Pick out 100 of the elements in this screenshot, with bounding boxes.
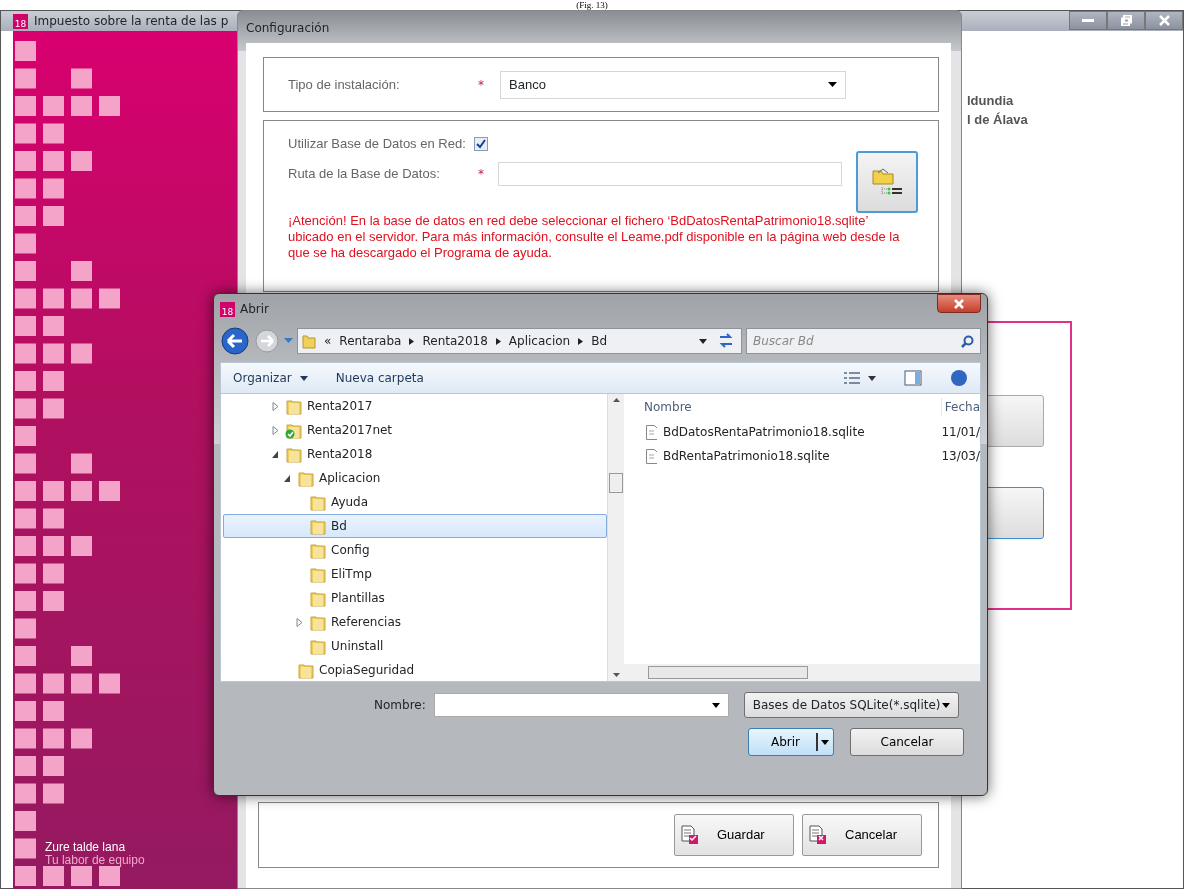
folder-icon (302, 333, 316, 349)
document-icon (809, 825, 827, 845)
minimize-button[interactable] (1069, 11, 1107, 30)
browse-button[interactable] (856, 151, 918, 213)
scrollbar-thumb[interactable] (609, 472, 623, 493)
document-icon (681, 825, 699, 845)
view-icon[interactable] (844, 372, 860, 384)
header-text: l de Álava (967, 111, 1028, 129)
figure-caption: (Fig. 13) (575, 0, 609, 10)
slogan: Tu labor de equipo (45, 854, 145, 867)
close-button[interactable] (1145, 11, 1183, 30)
required-mark: * (478, 76, 485, 94)
folder-icon (309, 493, 327, 511)
required-mark: * (478, 166, 485, 183)
restore-button[interactable] (1107, 11, 1145, 30)
organize-menu[interactable]: Organizar (233, 369, 308, 387)
window-title: Impuesto sobre la renta de las p (34, 13, 229, 30)
field-label: Ruta de la Base de Datos: (288, 165, 441, 184)
column-header[interactable]: Nombre (644, 398, 941, 416)
back-button[interactable] (220, 326, 250, 356)
caret-icon[interactable] (868, 375, 876, 381)
checkbox[interactable] (473, 137, 488, 151)
file-date: 11/01/ (941, 424, 980, 441)
caret-icon (711, 702, 720, 708)
breadcrumb-item[interactable]: Renta2018 (422, 332, 488, 350)
caret-icon (828, 82, 837, 87)
tree-item[interactable]: Uninstall (223, 634, 607, 658)
scroll-down-icon[interactable] (612, 673, 620, 677)
folder-icon (297, 469, 315, 487)
synced-folder-icon (285, 421, 303, 439)
file-icon (646, 424, 657, 440)
caret-icon (299, 375, 308, 381)
tree-item[interactable]: Aplicacion (223, 466, 607, 490)
dialog-title: Configuración (245, 20, 331, 37)
cancel-button[interactable]: Cancelar (802, 814, 922, 856)
new-folder-button[interactable]: Nueva carpeta (335, 369, 424, 387)
field-label: Nombre: (374, 697, 426, 714)
cancel-button[interactable]: Cancelar (850, 728, 964, 756)
chevron-icon (578, 337, 584, 345)
tree-item[interactable]: CopiaSeguridad (223, 658, 607, 681)
app-icon: 18 (13, 13, 28, 29)
tree-item[interactable]: Renta2017 (223, 394, 607, 418)
expander-icon[interactable] (296, 617, 303, 627)
expanded-icon[interactable] (272, 449, 279, 459)
breadcrumb-item[interactable]: Bd (591, 332, 608, 350)
tree-item[interactable]: Renta2018 (223, 442, 607, 466)
filename-field[interactable] (433, 693, 729, 717)
restore-icon (1120, 15, 1132, 26)
tree-item[interactable]: Renta2017net (223, 418, 607, 442)
tree-item[interactable]: EliTmp (223, 562, 607, 586)
warning-message: ¡Atención! En la base de datos en red debe seleccionar el fichero ‘BdDatosRentaPatrimonio18.sqlite’ ubicado en el servidor. Para más información, consulte el Leame.pdf disponible en la página web desde la que se ha descargado el Programa de ayuda. (288, 213, 901, 261)
breadcrumb-item[interactable]: Aplicacion (508, 332, 571, 350)
tree-item[interactable]: Referencias (223, 610, 607, 634)
slogan: Zure talde lana (45, 841, 127, 854)
expander-icon[interactable] (272, 401, 279, 411)
field-label: Tipo de instalación: (288, 75, 401, 94)
open-button[interactable]: Abrir (748, 728, 834, 756)
folder-icon (285, 397, 303, 415)
file-icon (646, 448, 657, 464)
file-name[interactable]: BdRentaPatrimonio18.sqlite (662, 447, 936, 465)
field-label: Utilizar Base de Datos en Red: (288, 135, 466, 154)
minimize-icon (1082, 18, 1094, 23)
folder-icon (309, 637, 327, 655)
file-type-dropdown[interactable]: Bases de Datos SQLite(*.sqlite) (743, 692, 959, 718)
address-bar[interactable]: « Rentaraba Renta2018 Aplicacion Bd (297, 328, 742, 354)
file-name[interactable]: BdDatosRentaPatrimonio18.sqlite (662, 423, 936, 441)
file-date: 13/03/ (941, 448, 980, 465)
save-button[interactable]: Guardar (674, 814, 794, 856)
header-text: ldundia (967, 92, 1014, 110)
caret-icon (941, 702, 950, 708)
help-icon[interactable] (950, 369, 968, 387)
scrollbar-thumb[interactable] (648, 666, 808, 679)
breadcrumb-overflow[interactable]: « (324, 332, 332, 350)
dropdown[interactable]: Banco (500, 70, 846, 99)
expanded-icon[interactable] (284, 473, 291, 483)
close-button[interactable] (937, 294, 981, 313)
chevron-icon (495, 337, 501, 345)
scrollbar[interactable] (607, 394, 624, 681)
folder-icon (297, 661, 315, 679)
close-icon (1158, 15, 1170, 26)
caret-icon[interactable] (699, 338, 707, 344)
scroll-up-icon[interactable] (612, 398, 620, 402)
folder-icon (309, 589, 327, 607)
forward-button[interactable] (254, 328, 280, 354)
app-icon: 18 (220, 301, 235, 317)
tree-item[interactable]: Plantillas (223, 586, 607, 610)
dialog-title: Abrir (240, 301, 270, 318)
preview-pane-icon[interactable] (904, 370, 922, 386)
breadcrumb-item[interactable]: Rentaraba (339, 332, 402, 350)
tree-item[interactable]: Config (223, 538, 607, 562)
folder-icon (309, 565, 327, 583)
tree-item[interactable]: Ayuda (223, 490, 607, 514)
scrollbar[interactable] (624, 664, 980, 681)
folder-icon (309, 517, 327, 535)
tree-item[interactable]: Bd (223, 514, 607, 538)
close-icon (954, 298, 964, 309)
path-field[interactable] (498, 162, 842, 186)
column-header[interactable]: Fecha (940, 398, 980, 416)
chevron-icon (409, 337, 415, 345)
expander-icon[interactable] (272, 425, 279, 435)
